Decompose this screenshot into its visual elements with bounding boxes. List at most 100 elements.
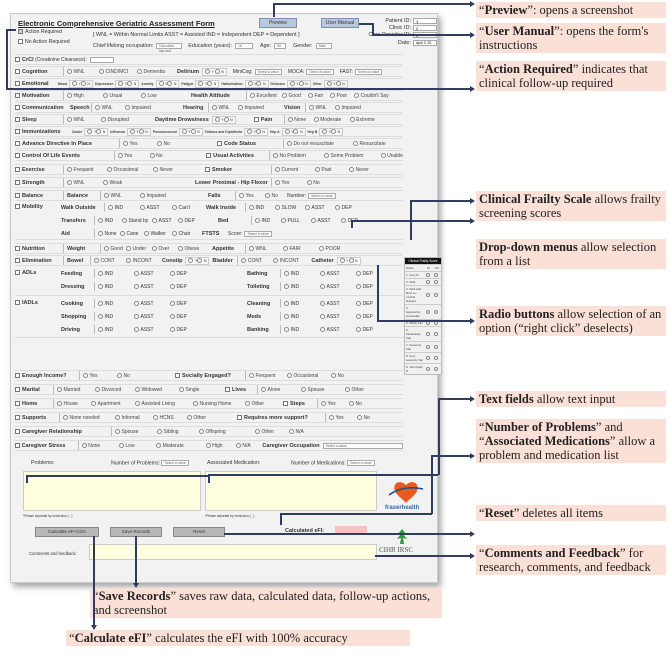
weight-option-under[interactable]: Under bbox=[126, 246, 152, 252]
balance-option-wnl[interactable]: WNL bbox=[104, 193, 140, 199]
calculate-efi-button[interactable]: Calculate eFI-CGA bbox=[35, 527, 99, 537]
home-checkbox[interactable] bbox=[15, 401, 20, 406]
fatigue-yn[interactable]: Y N bbox=[195, 79, 220, 88]
cfs-patient-radio[interactable] bbox=[424, 367, 433, 372]
zoster-yn[interactable]: Y N bbox=[84, 127, 109, 136]
iadls-option-asst[interactable]: ASST bbox=[320, 314, 356, 320]
cognition-checkbox[interactable] bbox=[15, 69, 20, 74]
adls-option-dep[interactable]: DEP bbox=[170, 271, 206, 277]
sleep-option-wnl[interactable]: WNL bbox=[67, 117, 101, 123]
supports-checkbox[interactable] bbox=[15, 415, 20, 420]
emotional-checkbox[interactable] bbox=[15, 81, 20, 86]
age-input[interactable]: 85 bbox=[274, 43, 287, 49]
delusion-yn[interactable]: Y N bbox=[286, 79, 311, 88]
catheter-yn[interactable]: Y N bbox=[336, 256, 361, 265]
hep-a-yn[interactable]: Y N bbox=[281, 127, 306, 136]
influenza-yn[interactable]: Y N bbox=[126, 127, 151, 136]
tetanus-yn[interactable]: Y N bbox=[244, 127, 268, 136]
motivation-option-high[interactable]: High bbox=[67, 93, 103, 99]
socially-engaged-checkbox[interactable] bbox=[175, 373, 180, 378]
motivation-checkbox[interactable] bbox=[15, 93, 20, 98]
income-option-yes[interactable]: Yes bbox=[83, 373, 117, 379]
aid-option-none[interactable]: None bbox=[98, 231, 120, 237]
relationship-option-sibling[interactable]: Sibling bbox=[157, 429, 199, 435]
cfs-caregiver-radio[interactable] bbox=[433, 293, 442, 298]
cfs-caregiver-radio[interactable] bbox=[433, 280, 442, 285]
aid-option-cane[interactable]: Cane bbox=[120, 231, 144, 237]
bed-option-ind[interactable]: IND bbox=[255, 218, 281, 224]
income-checkbox[interactable] bbox=[15, 373, 20, 378]
social-option-no[interactable]: No bbox=[331, 373, 344, 379]
exercise-option-occasional[interactable]: Occasional bbox=[107, 167, 153, 173]
bowel-option-incont[interactable]: INCONT bbox=[126, 258, 162, 264]
cognition-option-wnl[interactable]: WNL bbox=[67, 69, 99, 75]
bowel-option-cont[interactable]: CONT bbox=[94, 258, 126, 264]
transfers-option-standby[interactable]: Stand by bbox=[122, 218, 152, 224]
number-of-problems-select[interactable]: Select a value bbox=[161, 460, 189, 466]
aid-option-chair[interactable]: Chair bbox=[172, 231, 202, 237]
appetite-option-fair[interactable]: FAIR bbox=[283, 246, 319, 252]
marital-option-married[interactable]: Married bbox=[57, 387, 95, 393]
reset-button[interactable]: Reset bbox=[173, 527, 225, 537]
other-yn[interactable]: Y N bbox=[323, 79, 348, 88]
steps-option-no[interactable]: No bbox=[349, 401, 362, 407]
delirium-yn[interactable]: Y N bbox=[202, 67, 227, 76]
exercise-checkbox[interactable] bbox=[15, 167, 20, 172]
hip-option-no[interactable]: No bbox=[306, 180, 320, 186]
more-support-checkbox[interactable] bbox=[237, 415, 242, 420]
pneumococcal-yn[interactable]: Y N bbox=[178, 127, 203, 136]
number-of-medications-select[interactable]: Select a value bbox=[347, 460, 375, 466]
stress-option-low[interactable]: Low bbox=[118, 443, 156, 449]
cognition-option-dementia[interactable]: Dementia bbox=[137, 69, 177, 75]
medications-textarea[interactable] bbox=[205, 471, 377, 511]
relationship-option-na[interactable]: N/A bbox=[289, 429, 304, 435]
smoker-option-past[interactable]: Past bbox=[315, 167, 349, 173]
iadls-option-dep[interactable]: DEP bbox=[356, 327, 392, 333]
code-option-resuscitate[interactable]: Resuscitate bbox=[353, 141, 386, 147]
advance-option-yes[interactable]: Yes bbox=[123, 141, 157, 147]
immunizations-checkbox[interactable] bbox=[15, 129, 20, 134]
pain-option-extreme[interactable]: Extreme bbox=[349, 117, 375, 123]
pain-checkbox[interactable] bbox=[253, 117, 259, 122]
date-picker[interactable]: April 3, 20 bbox=[413, 40, 437, 46]
exercise-option-frequent[interactable]: Frequent bbox=[67, 167, 107, 173]
exercise-option-never[interactable]: Never bbox=[153, 167, 205, 173]
speech-option-wnl[interactable]: WNL bbox=[95, 105, 125, 111]
balance-checkbox[interactable] bbox=[15, 193, 20, 198]
hearing-option-impaired[interactable]: Impaired bbox=[238, 105, 284, 111]
cfs-caregiver-radio[interactable] bbox=[433, 356, 442, 361]
iadls-option-dep[interactable]: DEP bbox=[356, 301, 392, 307]
cfs-patient-radio[interactable] bbox=[424, 310, 433, 315]
fast-select[interactable]: Select a value bbox=[354, 68, 383, 75]
smoker-checkbox[interactable] bbox=[205, 167, 210, 172]
iadls-option-ind[interactable]: IND bbox=[98, 301, 134, 307]
cfs-patient-radio[interactable] bbox=[424, 345, 433, 350]
cfs-patient-radio[interactable] bbox=[424, 321, 433, 326]
strength-checkbox[interactable] bbox=[15, 180, 20, 185]
appetite-option-poor[interactable]: POOR bbox=[319, 246, 340, 252]
iadls-checkbox[interactable] bbox=[15, 300, 20, 306]
code-option-dnr[interactable]: Do not resuscitate bbox=[287, 141, 353, 147]
balance-option-impaired[interactable]: Impaired bbox=[140, 193, 208, 199]
cfs-patient-radio[interactable] bbox=[424, 356, 433, 361]
more-support-option-yes[interactable]: Yes bbox=[329, 415, 357, 421]
adls-option-ind[interactable]: IND bbox=[98, 271, 134, 277]
usual-option-no-problem[interactable]: No Problem bbox=[272, 153, 324, 159]
supports-option-hcns[interactable]: HCNS bbox=[153, 415, 187, 421]
adls-option-dep[interactable]: DEP bbox=[170, 284, 206, 290]
income-option-no[interactable]: No bbox=[117, 373, 175, 379]
usual-option-unable[interactable]: Unable bbox=[380, 153, 403, 159]
marital-checkbox[interactable] bbox=[15, 387, 20, 392]
iadls-option-asst[interactable]: ASST bbox=[320, 327, 356, 333]
adls-option-dep[interactable]: DEP bbox=[356, 284, 392, 290]
transfers-option-asst[interactable]: ASST bbox=[152, 218, 178, 224]
relationship-option-offspring[interactable]: Offspring bbox=[199, 429, 255, 435]
sleep-checkbox[interactable] bbox=[15, 117, 20, 122]
iadls-option-dep[interactable]: DEP bbox=[170, 327, 206, 333]
control-option-no[interactable]: No bbox=[149, 153, 207, 159]
social-option-frequent[interactable]: Frequent bbox=[249, 373, 287, 379]
stress-option-high[interactable]: High bbox=[205, 443, 236, 449]
supports-option-informal[interactable]: Informal bbox=[115, 415, 153, 421]
transfers-option-dep[interactable]: DEP bbox=[178, 218, 218, 224]
weight-option-obese[interactable]: Obese bbox=[178, 246, 212, 252]
